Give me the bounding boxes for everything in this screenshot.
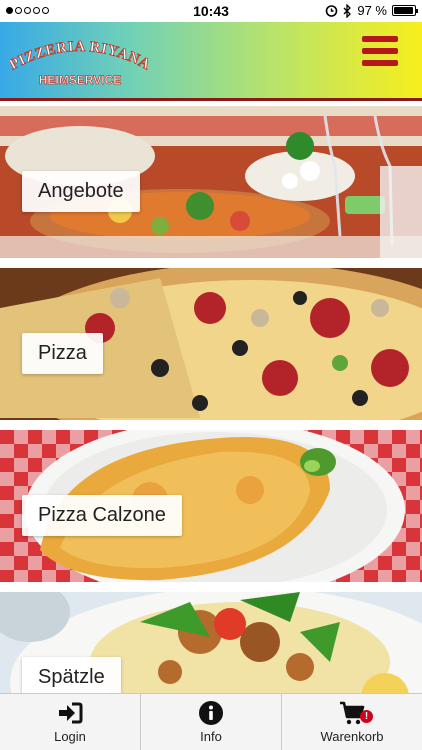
- category-list[interactable]: Angebote Pizza Pizza Calzone Spätzle: [0, 101, 422, 693]
- category-label: Angebote: [22, 171, 140, 212]
- category-label: Pizza Calzone: [22, 495, 182, 536]
- status-bar: 10:43 97 %: [0, 0, 422, 22]
- category-pizza[interactable]: Pizza: [0, 268, 422, 420]
- sign-in-icon: [59, 702, 83, 724]
- category-pizza-calzone[interactable]: Pizza Calzone: [0, 430, 422, 582]
- logo-subtitle: HEIMSERVICE: [39, 73, 121, 87]
- app-header: PIZZERIA RIYANA HEIMSERVICE: [0, 22, 422, 98]
- bluetooth-icon: [343, 3, 352, 18]
- info-icon: [199, 701, 223, 725]
- battery-icon: [392, 5, 418, 16]
- category-spaetzle[interactable]: Spätzle: [0, 592, 422, 693]
- svg-text:PIZZERIA RIYANA: PIZZERIA RIYANA: [10, 39, 150, 73]
- tab-cart-label: Warenkorb: [320, 729, 384, 744]
- bottom-tab-bar: Login Info ! Warenkorb: [0, 693, 422, 750]
- tab-login-label: Login: [54, 729, 86, 744]
- pizzeria-logo: PIZZERIA RIYANA HEIMSERVICE: [10, 39, 150, 88]
- tab-info-label: Info: [200, 729, 222, 744]
- alarm-icon: [326, 5, 338, 17]
- category-label: Spätzle: [22, 657, 121, 693]
- tab-login[interactable]: Login: [0, 694, 140, 750]
- tab-cart[interactable]: ! Warenkorb: [281, 694, 422, 750]
- logo-title: PIZZERIA RIYANA: [10, 39, 150, 74]
- category-label: Pizza: [22, 333, 103, 374]
- cart-badge: !: [360, 710, 373, 723]
- category-angebote[interactable]: Angebote: [0, 106, 422, 258]
- hamburger-menu-icon[interactable]: [362, 36, 398, 66]
- battery-percent: 97 %: [357, 3, 387, 18]
- tab-info[interactable]: Info: [140, 694, 281, 750]
